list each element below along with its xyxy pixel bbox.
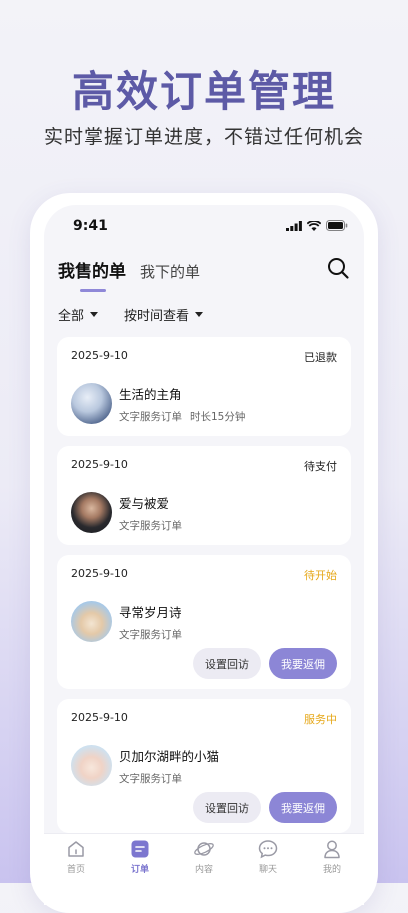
tabbar-item-profile[interactable]: 我的: [307, 838, 357, 905]
planet-icon: [194, 842, 214, 856]
order-date: 2025-9-10: [71, 349, 128, 362]
hero-title: 高效订单管理: [71, 67, 336, 116]
tabbar-label: 聊天: [258, 865, 277, 875]
order-date: 2025-9-10: [71, 458, 128, 471]
order-card[interactable]: 2025-9-10 待支付 爱与被爱 文字服务订单: [57, 446, 351, 545]
order-type: 文字服务订单: [119, 628, 182, 641]
order-title: 寻常岁月诗: [119, 604, 182, 620]
rebate-button[interactable]: 我要返佣: [269, 792, 337, 823]
tabbar-label: 订单: [130, 865, 149, 875]
filter-bar: 全部 按时间查看: [58, 305, 204, 324]
battery-icon: [326, 220, 348, 231]
order-tabs: 我售的单 我下的单: [58, 257, 200, 292]
tabbar-item-home[interactable]: 首页: [51, 838, 101, 905]
bottom-tab-bar: 首页 订单 内容 聊天 我的: [44, 833, 364, 905]
caret-down-icon: [90, 312, 99, 317]
set-revisit-button[interactable]: 设置回访: [193, 648, 261, 679]
tab-sold-orders[interactable]: 我售的单: [58, 257, 126, 292]
status-time: 9:41: [73, 218, 108, 234]
order-card[interactable]: 2025-9-10 待开始 寻常岁月诗 文字服务订单 设置回访 我要返佣: [57, 555, 351, 689]
avatar: [71, 601, 112, 642]
order-status: 待支付: [304, 460, 337, 473]
avatar: [71, 492, 112, 533]
filter-time-dropdown[interactable]: 按时间查看: [124, 305, 204, 324]
caret-down-icon: [195, 312, 204, 317]
avatar: [71, 383, 112, 424]
order-type: 文字服务订单: [119, 410, 182, 423]
order-date: 2025-9-10: [71, 711, 128, 724]
order-list: 2025-9-10 已退款 生活的主角 文字服务订单 时长15分钟 2025-9-…: [57, 337, 351, 843]
order-duration: 时长15分钟: [190, 410, 246, 423]
tabbar-label: 内容: [194, 865, 213, 875]
order-title: 爱与被爱: [119, 495, 170, 511]
order-status: 服务中: [304, 713, 337, 726]
status-icons: [286, 220, 348, 231]
order-type: 文字服务订单: [119, 772, 182, 785]
order-type: 文字服务订单: [119, 519, 182, 532]
order-status: 待开始: [304, 569, 337, 582]
order-date: 2025-9-10: [71, 567, 128, 580]
profile-icon: [324, 840, 340, 859]
tabbar-item-content[interactable]: 内容: [179, 838, 229, 905]
rebate-button[interactable]: 我要返佣: [269, 648, 337, 679]
order-card[interactable]: 2025-9-10 服务中 贝加尔湖畔的小猫 文字服务订单 设置回访 我要返佣: [57, 699, 351, 833]
wifi-icon: [307, 220, 321, 231]
filter-all-dropdown[interactable]: 全部: [58, 305, 99, 324]
tabbar-label: 我的: [322, 865, 341, 875]
status-bar: 9:41: [44, 205, 364, 247]
order-status: 已退款: [304, 351, 337, 364]
hero-subtitle: 实时掌握订单进度，不错过任何机会: [43, 126, 364, 148]
order-title: 贝加尔湖畔的小猫: [119, 748, 220, 764]
tabbar-item-chat[interactable]: 聊天: [243, 838, 293, 905]
order-title: 生活的主角: [119, 386, 182, 402]
avatar: [71, 745, 112, 786]
order-icon: [131, 840, 149, 858]
tabbar-item-orders[interactable]: 订单: [115, 838, 165, 905]
chat-icon: [258, 840, 278, 859]
signal-icon: [286, 220, 302, 231]
home-icon: [68, 841, 84, 857]
set-revisit-button[interactable]: 设置回访: [193, 792, 261, 823]
search-icon[interactable]: [326, 256, 350, 280]
app-screen: 9:41 我售的单 我下的单 全部 按时间查看 2025-9-10 已退款 生活…: [44, 205, 364, 905]
tabbar-label: 首页: [66, 865, 85, 875]
filter-time-label: 按时间查看: [124, 309, 190, 324]
filter-all-label: 全部: [58, 309, 85, 324]
tab-placed-orders[interactable]: 我下的单: [140, 261, 200, 282]
order-card[interactable]: 2025-9-10 已退款 生活的主角 文字服务订单 时长15分钟: [57, 337, 351, 436]
